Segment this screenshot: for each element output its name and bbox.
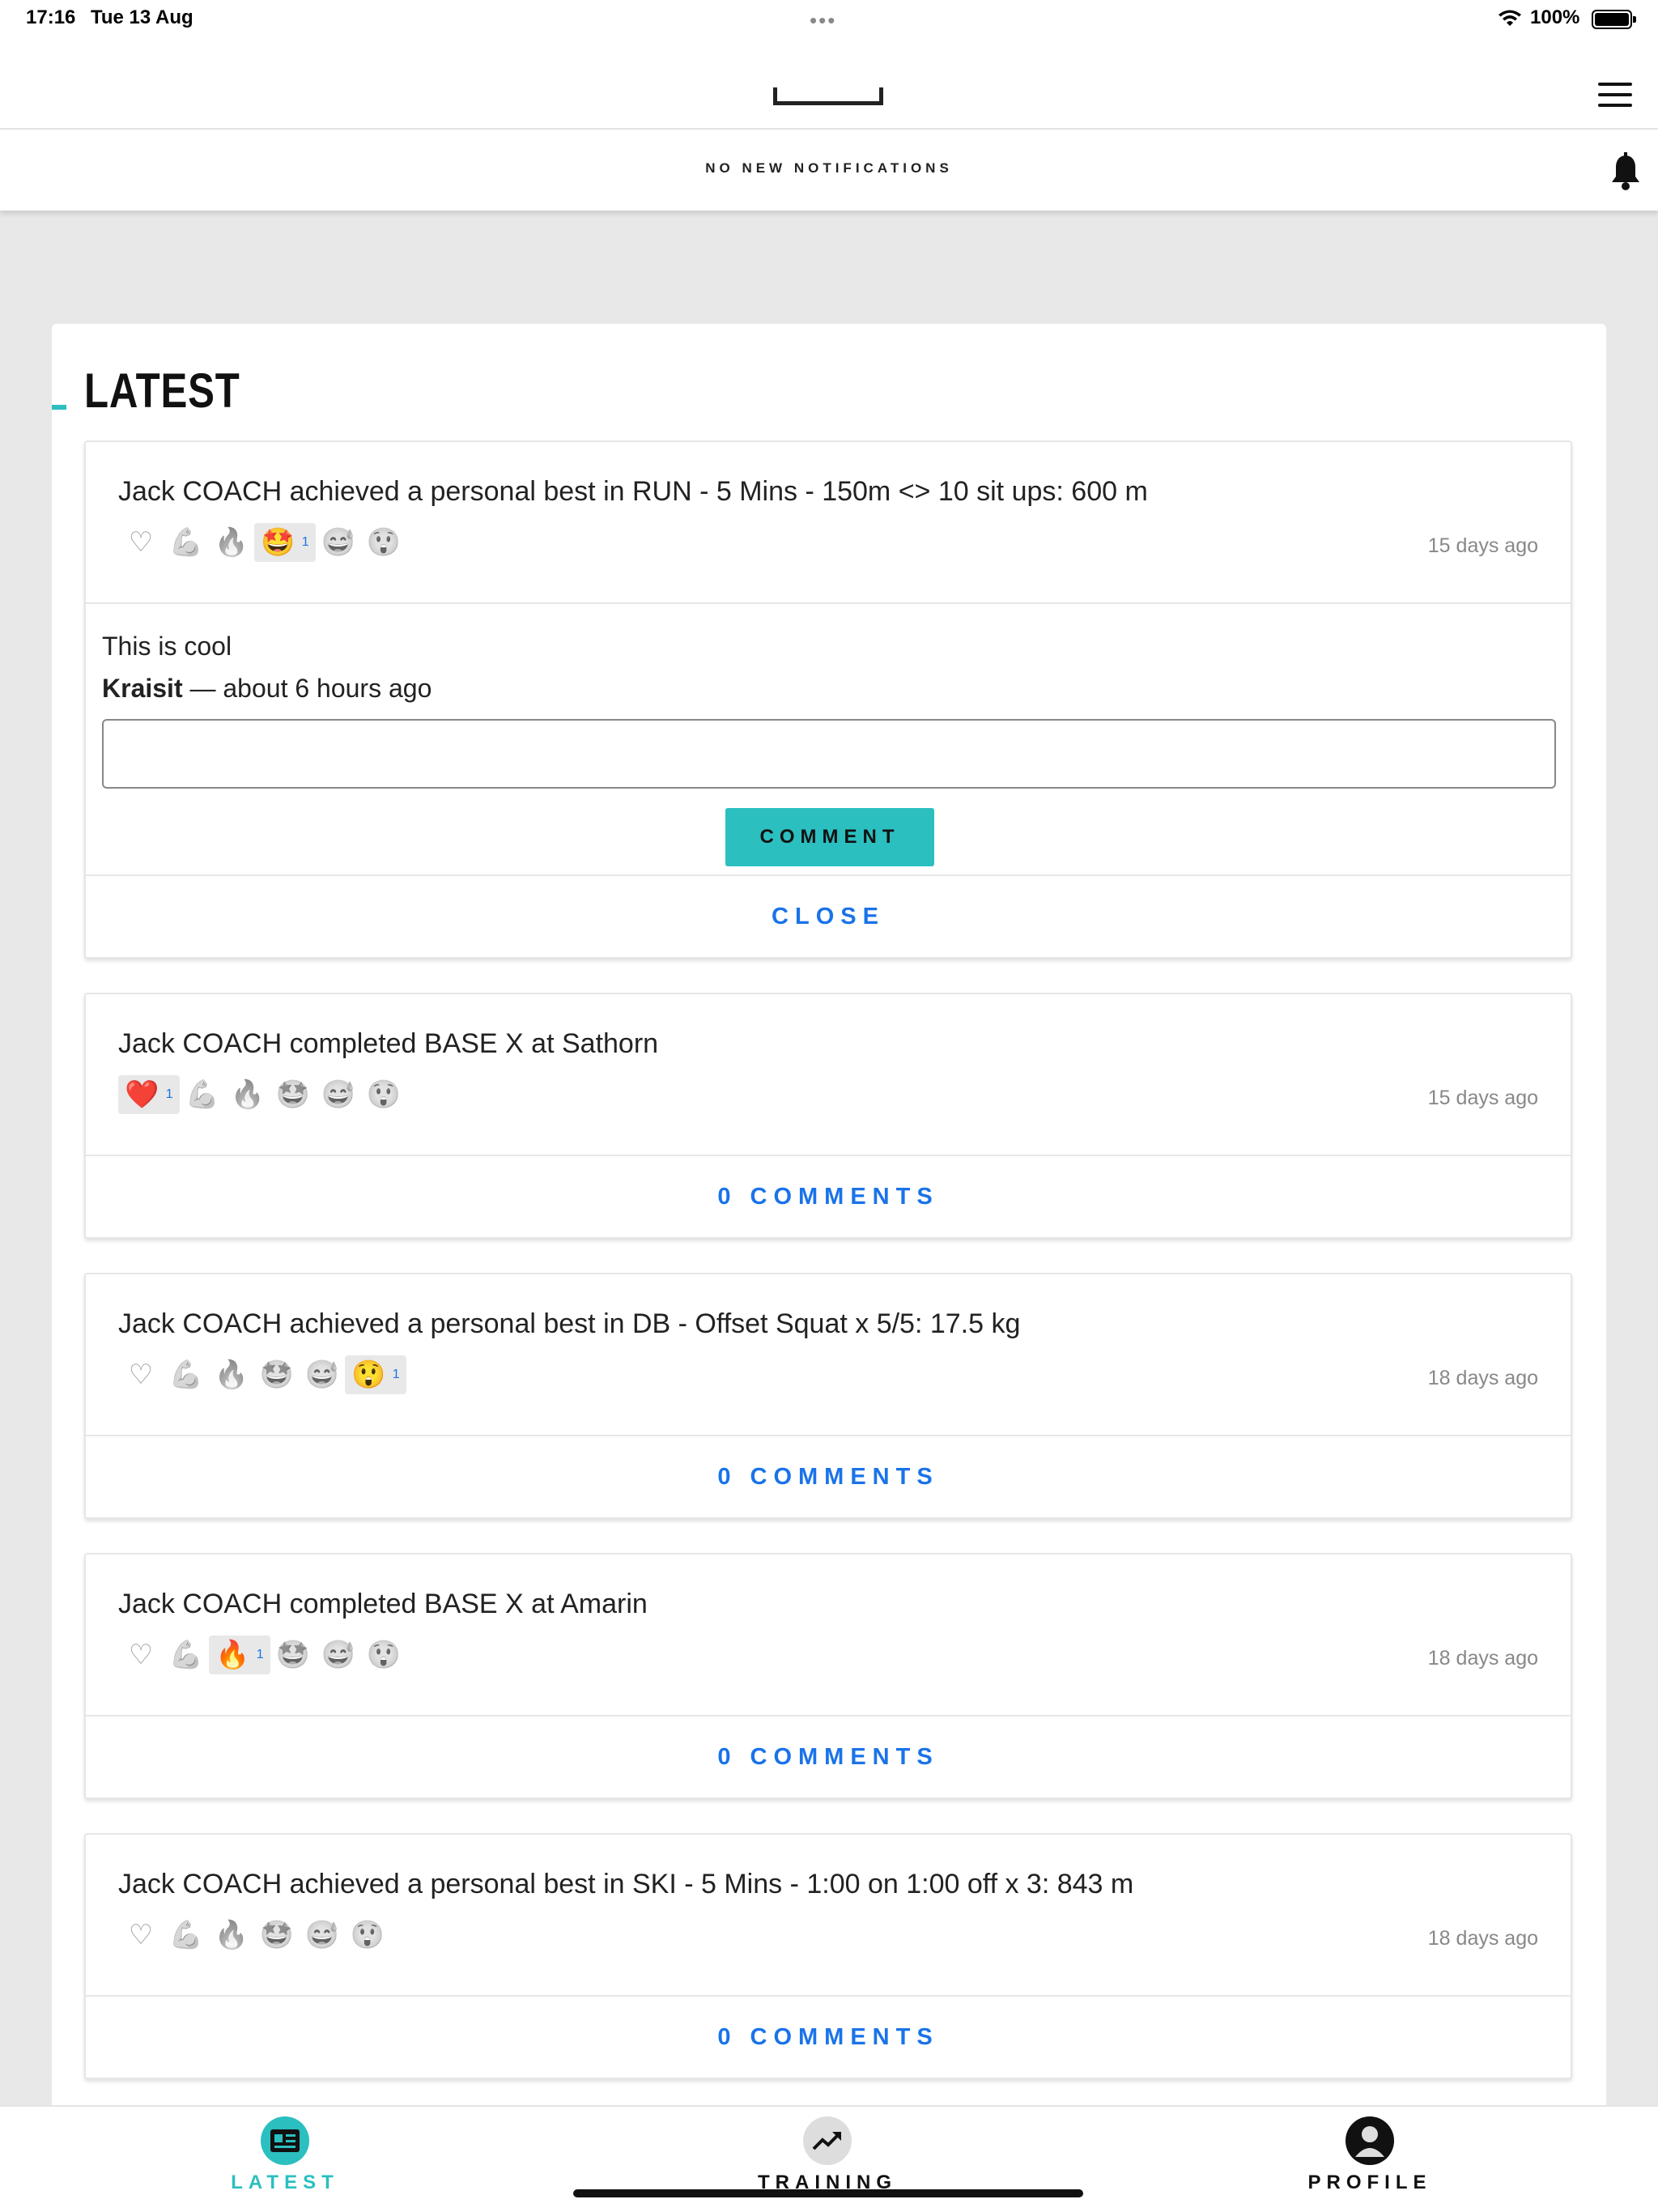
- comments-button[interactable]: 0 COMMENTS: [86, 1716, 1571, 1797]
- heart-icon[interactable]: ❤️ 1: [118, 1075, 180, 1114]
- card-timestamp: 18 days ago: [1427, 1927, 1538, 1950]
- card-title: Jack COACH completed BASE X at Amarin: [118, 1589, 648, 1619]
- surprised-face-icon[interactable]: 😲: [361, 1636, 406, 1674]
- heart-icon[interactable]: ♡: [118, 1636, 164, 1674]
- home-indicator[interactable]: [573, 2189, 1083, 2197]
- fire-icon[interactable]: 🔥 1: [209, 1636, 270, 1674]
- status-time: 17:16: [26, 6, 76, 28]
- reaction-count: 1: [256, 1648, 264, 1661]
- surprised-face-icon[interactable]: 😲: [361, 1075, 406, 1114]
- tab-latest[interactable]: LATEST: [164, 2116, 406, 2206]
- battery-icon: [1592, 10, 1636, 29]
- heart-icon[interactable]: ♡: [118, 1355, 164, 1394]
- comments-button[interactable]: 0 COMMENTS: [86, 1436, 1571, 1517]
- muscle-icon[interactable]: 💪: [164, 1916, 209, 1955]
- trending-up-icon: [803, 2116, 852, 2165]
- section-accent: [52, 405, 66, 410]
- reaction-count: 1: [165, 1087, 173, 1101]
- reaction-count: 1: [301, 535, 309, 549]
- newspaper-icon: [261, 2116, 309, 2165]
- sweat-face-icon[interactable]: 😅: [316, 523, 361, 562]
- card-title: Jack COACH achieved a personal best in R…: [118, 476, 1148, 507]
- user-icon: [1346, 2116, 1394, 2165]
- fire-icon[interactable]: 🔥: [209, 1355, 254, 1394]
- star-eyes-icon[interactable]: 🤩: [270, 1636, 316, 1674]
- fire-icon[interactable]: 🔥: [209, 523, 254, 562]
- comment-text: This is cool: [102, 632, 232, 661]
- muscle-icon[interactable]: 💪: [164, 1355, 209, 1394]
- status-bar: 17:16 Tue 13 Aug ••• 100%: [0, 0, 1658, 39]
- wifi-icon: [1499, 10, 1521, 26]
- card-body: Jack COACH completed BASE X at Sathorn ❤…: [86, 994, 1571, 1156]
- muscle-icon[interactable]: 💪: [180, 1075, 225, 1114]
- comments-button[interactable]: 0 COMMENTS: [86, 1997, 1571, 2078]
- reaction-bar: ♡ 💪 🔥 1 🤩 😅 😲: [118, 1636, 406, 1674]
- app-header: [0, 39, 1658, 130]
- tab-profile-label: PROFILE: [1307, 2172, 1432, 2193]
- feed-card: Jack COACH achieved a personal best in D…: [84, 1273, 1572, 1519]
- comment-time: — about 6 hours ago: [182, 674, 432, 703]
- fire-icon[interactable]: 🔥: [225, 1075, 270, 1114]
- reaction-count: 1: [392, 1368, 400, 1381]
- reaction-bar: ♡ 💪 🔥 🤩 😅 😲 1: [118, 1355, 406, 1394]
- notification-bar: NO NEW NOTIFICATIONS: [0, 130, 1658, 211]
- card-title: Jack COACH achieved a personal best in S…: [118, 1869, 1134, 1899]
- heart-icon[interactable]: ♡: [118, 1916, 164, 1955]
- multitasking-dots-icon[interactable]: •••: [810, 8, 836, 33]
- comment-section: This is cool Kraisit — about 6 hours ago…: [86, 604, 1571, 876]
- heart-icon[interactable]: ♡: [118, 523, 164, 562]
- reaction-bar: ♡ 💪 🔥 🤩 😅 😲: [118, 1916, 390, 1955]
- surprised-face-icon[interactable]: 😲: [361, 523, 406, 562]
- battery-percent: 100%: [1530, 6, 1580, 28]
- section-title: LATEST: [84, 364, 240, 418]
- card-timestamp: 15 days ago: [1427, 534, 1538, 557]
- app-logo[interactable]: [773, 87, 883, 105]
- card-body: Jack COACH achieved a personal best in S…: [86, 1835, 1571, 1997]
- notification-text: NO NEW NOTIFICATIONS: [705, 160, 953, 176]
- feed-card: Jack COACH achieved a personal best in S…: [84, 1833, 1572, 2079]
- feed-card: Jack COACH completed BASE X at Sathorn ❤…: [84, 993, 1572, 1239]
- star-eyes-icon[interactable]: 🤩: [254, 1355, 300, 1394]
- card-body: Jack COACH completed BASE X at Amarin ♡ …: [86, 1555, 1571, 1716]
- surprised-face-icon[interactable]: 😲 1: [345, 1355, 406, 1394]
- star-eyes-icon[interactable]: 🤩: [254, 1916, 300, 1955]
- star-eyes-icon[interactable]: 🤩 1: [254, 523, 316, 562]
- reaction-bar: ❤️ 1 💪 🔥 🤩 😅 😲: [118, 1075, 406, 1114]
- sweat-face-icon[interactable]: 😅: [300, 1355, 345, 1394]
- feed-card: Jack COACH completed BASE X at Amarin ♡ …: [84, 1553, 1572, 1799]
- sweat-face-icon[interactable]: 😅: [316, 1075, 361, 1114]
- card-title: Jack COACH achieved a personal best in D…: [118, 1308, 1021, 1339]
- bell-icon[interactable]: [1608, 152, 1643, 191]
- hamburger-menu-icon[interactable]: [1598, 83, 1634, 110]
- comment-button[interactable]: COMMENT: [725, 808, 934, 866]
- fire-icon[interactable]: 🔥: [209, 1916, 254, 1955]
- reaction-bar: ♡ 💪 🔥 🤩 1 😅 😲: [118, 523, 406, 562]
- surprised-face-icon[interactable]: 😲: [345, 1916, 390, 1955]
- card-body: Jack COACH achieved a personal best in D…: [86, 1274, 1571, 1436]
- feed-card: Jack COACH achieved a personal best in R…: [84, 440, 1572, 959]
- sweat-face-icon[interactable]: 😅: [300, 1916, 345, 1955]
- comments-button[interactable]: 0 COMMENTS: [86, 1156, 1571, 1237]
- card-timestamp: 18 days ago: [1427, 1647, 1538, 1670]
- comment-author[interactable]: Kraisit: [102, 674, 183, 703]
- comment-meta: Kraisit — about 6 hours ago: [102, 674, 432, 704]
- tab-profile[interactable]: PROFILE: [1248, 2116, 1491, 2206]
- card-body: Jack COACH achieved a personal best in R…: [86, 442, 1571, 604]
- star-eyes-icon[interactable]: 🤩: [270, 1075, 316, 1114]
- muscle-icon[interactable]: 💪: [164, 1636, 209, 1674]
- close-button[interactable]: CLOSE: [86, 876, 1571, 957]
- comment-input[interactable]: [102, 719, 1556, 789]
- muscle-icon[interactable]: 💪: [164, 523, 209, 562]
- card-timestamp: 18 days ago: [1427, 1367, 1538, 1389]
- card-timestamp: 15 days ago: [1427, 1087, 1538, 1109]
- tab-latest-label: LATEST: [231, 2172, 339, 2193]
- sweat-face-icon[interactable]: 😅: [316, 1636, 361, 1674]
- status-date: Tue 13 Aug: [91, 6, 193, 28]
- card-title: Jack COACH completed BASE X at Sathorn: [118, 1028, 659, 1059]
